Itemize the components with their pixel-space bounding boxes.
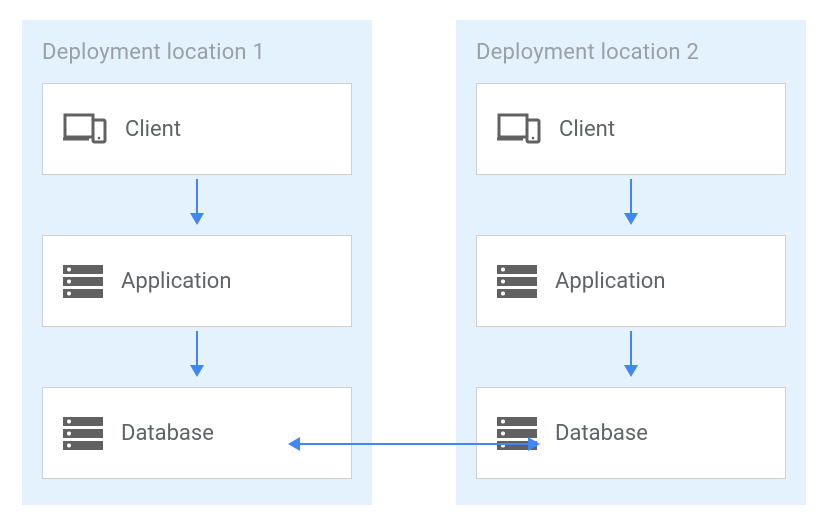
node-label: Application — [121, 269, 231, 294]
node-label: Database — [121, 421, 214, 446]
client-node: Client — [42, 83, 352, 175]
node-label: Database — [555, 421, 648, 446]
arrow-down — [42, 175, 352, 235]
server-icon — [497, 265, 537, 298]
devices-icon — [63, 112, 107, 146]
arrow-down — [42, 327, 352, 387]
bidirectional-arrow — [290, 443, 538, 445]
node-label: Client — [125, 117, 181, 142]
node-label: Client — [559, 117, 615, 142]
application-node: Application — [476, 235, 786, 327]
application-node: Application — [42, 235, 352, 327]
server-icon — [63, 265, 103, 298]
database-node: Database — [42, 387, 352, 479]
location-title: Deployment location 2 — [476, 40, 786, 65]
deployment-location-1: Deployment location 1 Client Application… — [22, 20, 372, 505]
server-icon — [63, 417, 103, 450]
node-label: Application — [555, 269, 665, 294]
deployment-location-2: Deployment location 2 Client Application… — [456, 20, 806, 505]
arrow-down — [476, 327, 786, 387]
devices-icon — [497, 112, 541, 146]
database-node: Database — [476, 387, 786, 479]
location-title: Deployment location 1 — [42, 40, 352, 65]
client-node: Client — [476, 83, 786, 175]
arrow-down — [476, 175, 786, 235]
